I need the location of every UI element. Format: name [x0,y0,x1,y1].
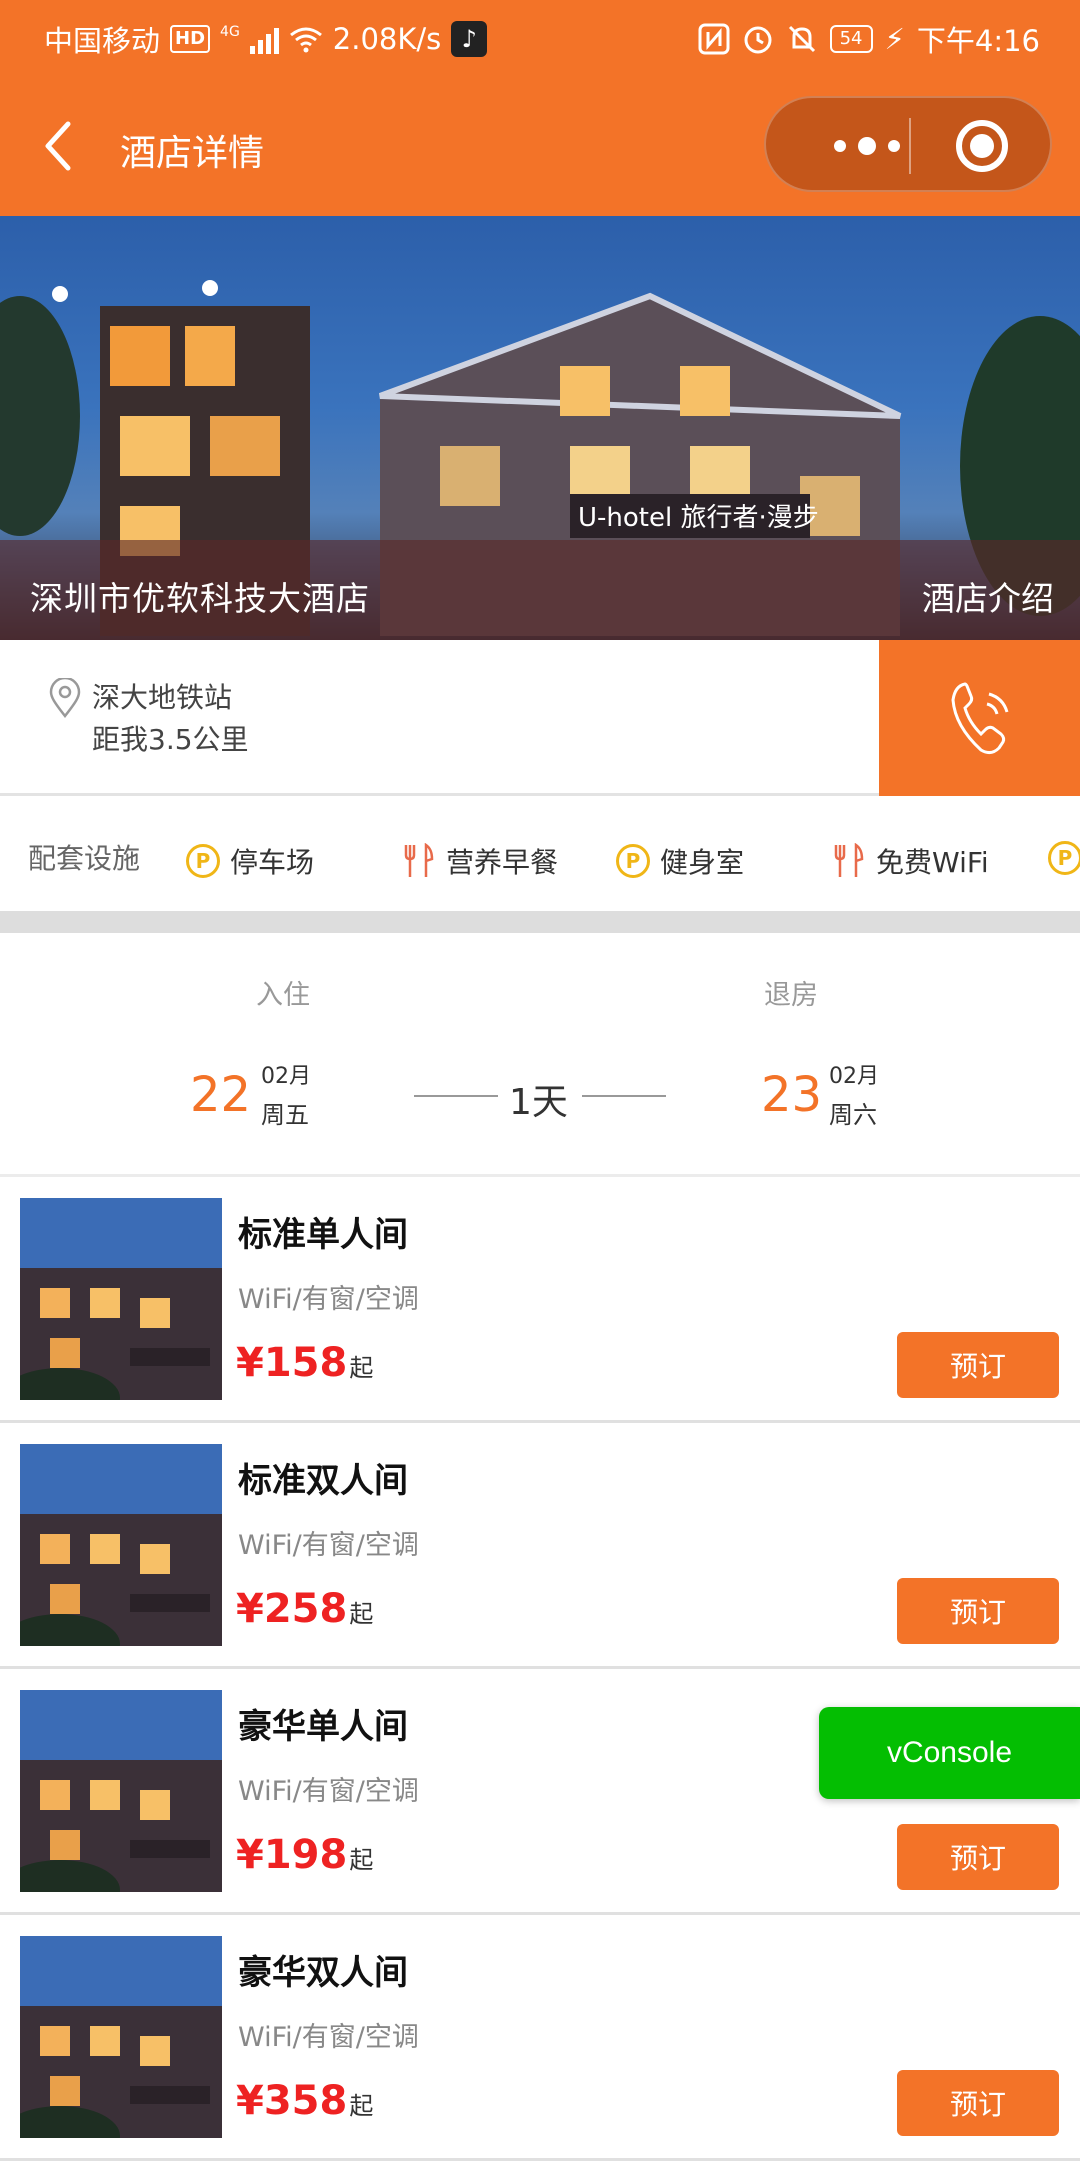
checkin-weekday: 周五 [261,1101,309,1129]
hotel-sign-text: U-hotel 旅行者·漫步 [578,503,819,533]
facility-item: 免费WiFi [830,841,989,881]
room-card[interactable]: 标准单人间 WiFi/有窗/空调 ¥158起 预订 [0,1177,1080,1423]
facility-label: 停车场 [230,846,315,879]
room-features: WiFi/有窗/空调 [238,1530,419,1561]
facility-label: 营养早餐 [446,846,559,879]
network-speed: 2.08K/s [332,22,442,56]
book-button[interactable]: 预订 [897,2070,1059,2136]
hd-badge: HD [170,25,211,53]
price-amount: ¥158 [236,1340,348,1386]
charging-icon: ⚡ [884,22,905,56]
clock: 下午4:16 [916,24,1040,58]
price-amount: ¥258 [236,1586,348,1632]
room-thumbnail [20,1690,222,1892]
facilities-row[interactable]: 配套设施 P 停车场 营养早餐 P 健身室 免费WiFi P [0,799,1080,911]
book-button[interactable]: 预订 [897,1578,1059,1644]
fork-knife-icon [404,843,434,877]
miniprogram-capsule [764,96,1052,192]
room-thumbnail [20,1198,222,1400]
room-thumbnail [20,1444,222,1646]
facility-label: 免费WiFi [876,846,989,879]
back-arrow-icon[interactable] [40,116,76,176]
room-name: 标准双人间 [238,1461,408,1501]
distance-text: 距我3.5公里 [92,723,249,756]
price-suffix: 起 [349,1354,374,1382]
battery-level: 54 [829,25,873,53]
checkin-day[interactable]: 22 [190,1067,251,1123]
call-button[interactable] [879,640,1080,796]
facilities-label: 配套设施 [28,842,141,875]
hotel-hero-image[interactable]: U-hotel 旅行者·漫步 深圳市优软科技大酒店 酒店介绍 [0,216,1080,640]
room-price: ¥258起 [236,1586,373,1632]
price-suffix: 起 [349,1846,374,1874]
facility-item-partial: P [1048,841,1080,875]
room-name: 标准单人间 [238,1215,408,1255]
room-name: 豪华单人间 [238,1707,408,1747]
status-bar: 中国移动 HD 4G 2.08K/s ♪ 54 ⚡ 下午4:16 [0,0,1080,72]
checkout-label: 退房 [764,980,818,1011]
checkout-weekday: 周六 [829,1101,877,1129]
room-name: 豪华双人间 [238,1953,408,1993]
more-menu-icon[interactable] [812,134,922,158]
date-selector[interactable]: 入住 退房 22 02月 周五 1天 23 02月 周六 [0,933,1080,1177]
room-price: ¥198起 [236,1832,373,1878]
checkout-month: 02月 [829,1064,879,1089]
signal-icon [249,24,279,54]
parking-icon: P [616,844,650,878]
nfc-icon [698,23,730,55]
hotel-intro-link[interactable]: 酒店介绍 [922,572,1054,620]
section-divider [0,911,1080,933]
checkout-day[interactable]: 23 [761,1067,822,1123]
facility-item: P 停车场 [186,841,314,881]
page-title: 酒店详情 [120,133,265,174]
room-card[interactable]: 豪华双人间 WiFi/有窗/空调 ¥358起 预订 [0,1915,1080,2161]
mute-icon [788,25,815,53]
room-card[interactable]: 标准双人间 WiFi/有窗/空调 ¥258起 预订 [0,1423,1080,1669]
price-amount: ¥198 [236,1832,348,1878]
room-price: ¥358起 [236,2078,373,2124]
book-button[interactable]: 预订 [897,1824,1059,1890]
location-pin-icon [49,678,81,718]
hotel-name: 深圳市优软科技大酒店 [30,579,370,618]
nights-line-left [414,1095,498,1097]
facility-label: 健身室 [660,846,745,879]
location-section: 深大地铁站 距我3.5公里 [0,640,1080,796]
room-features: WiFi/有窗/空调 [238,1776,419,1807]
room-features: WiFi/有窗/空调 [238,1284,419,1315]
alarm-icon [744,26,772,54]
room-features: WiFi/有窗/空调 [238,2022,419,2053]
parking-icon: P [186,844,220,878]
room-price: ¥158起 [236,1340,373,1386]
capsule-divider [909,118,911,174]
nearest-station: 深大地铁站 [92,681,233,714]
vconsole-button[interactable]: vConsole [819,1707,1080,1799]
network-type: 4G [220,24,240,40]
nights-count: 1天 [509,1082,568,1123]
top-bar: 中国移动 HD 4G 2.08K/s ♪ 54 ⚡ 下午4:16 酒店详情 [0,0,1080,216]
book-button[interactable]: 预订 [897,1332,1059,1398]
facility-item: 营养早餐 [400,841,558,881]
price-suffix: 起 [349,1600,374,1628]
phone-icon [951,682,1009,755]
checkin-label: 入住 [256,980,310,1011]
tiktok-icon: ♪ [451,21,488,57]
close-miniprogram-icon[interactable] [956,120,1008,172]
price-suffix: 起 [349,2092,374,2120]
fork-knife-icon [834,843,864,877]
price-amount: ¥358 [236,2078,348,2124]
facility-item: P 健身室 [616,841,744,881]
carrier-name: 中国移动 [44,24,161,58]
checkin-month: 02月 [261,1064,311,1089]
wifi-icon [289,27,322,53]
room-thumbnail [20,1936,222,2138]
parking-icon: P [1048,841,1080,875]
nights-line-right [582,1095,666,1097]
